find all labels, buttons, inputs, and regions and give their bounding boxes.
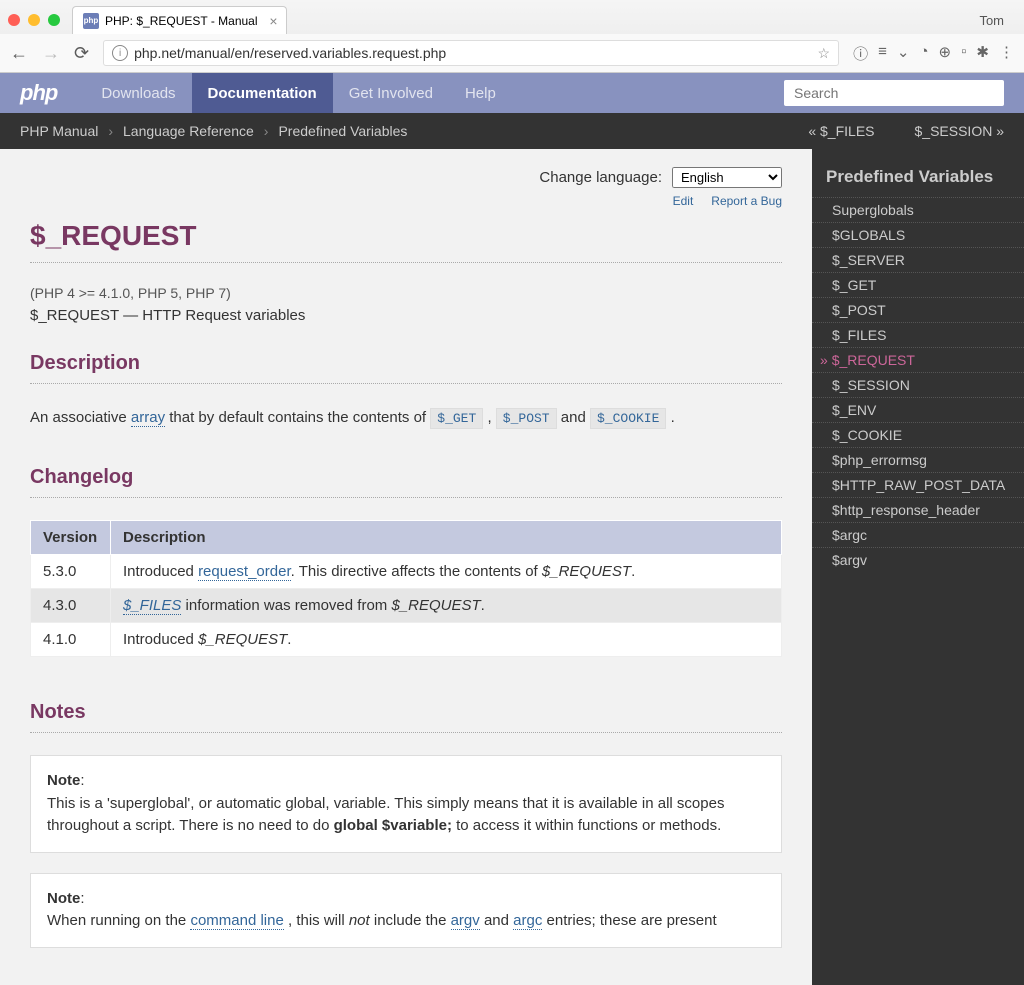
nav-get-involved[interactable]: Get Involved xyxy=(333,73,449,113)
nav-help[interactable]: Help xyxy=(449,73,512,113)
maximize-window-icon[interactable] xyxy=(48,14,60,26)
url-input[interactable]: i php.net/manual/en/reserved.variables.r… xyxy=(103,40,839,66)
back-icon[interactable]: ← xyxy=(10,43,28,64)
ext-icon[interactable]: ◔ xyxy=(919,43,928,64)
site-info-icon[interactable]: i xyxy=(112,45,128,61)
extension-icons: ⓘ ≡ ⌄ ◔ ⊕ ▫ ✱ ⋮ xyxy=(853,43,1014,64)
argv-link[interactable]: argv xyxy=(451,912,480,930)
sidebar-item[interactable]: $argv xyxy=(812,547,1024,572)
ext-icon[interactable]: ≡ xyxy=(878,43,887,64)
php-logo[interactable]: php xyxy=(20,80,57,106)
sidebar-item[interactable]: $_COOKIE xyxy=(812,422,1024,447)
tab-bar: php PHP: $_REQUEST - Manual × Tom xyxy=(0,0,1024,34)
nav-documentation[interactable]: Documentation xyxy=(192,73,333,113)
next-link[interactable]: $_SESSION » xyxy=(915,123,1005,139)
note-box: Note: When running on the command line ,… xyxy=(30,873,782,948)
sidebar-item[interactable]: $GLOBALS xyxy=(812,222,1024,247)
main-content: Change language: English Edit Report a B… xyxy=(0,149,812,985)
sidebar-title: Predefined Variables xyxy=(812,167,1024,197)
code-cookie[interactable]: $_COOKIE xyxy=(590,408,666,429)
menu-icon[interactable]: ⋮ xyxy=(999,43,1014,64)
changelog-table: Version Description 5.3.0 Introduced req… xyxy=(30,520,782,657)
sidebar-item[interactable]: $_ENV xyxy=(812,397,1024,422)
breadcrumb-item[interactable]: Language Reference xyxy=(123,123,254,139)
sidebar-item[interactable]: Superglobals xyxy=(812,197,1024,222)
sidebar-item[interactable]: $_REQUEST xyxy=(812,347,1024,372)
address-bar: ← → ⟳ i php.net/manual/en/reserved.varia… xyxy=(0,34,1024,72)
close-window-icon[interactable] xyxy=(8,14,20,26)
sidebar-item[interactable]: $_SERVER xyxy=(812,247,1024,272)
search-input[interactable] xyxy=(784,80,1004,106)
breadcrumb-item[interactable]: PHP Manual xyxy=(20,123,98,139)
section-description: Description xyxy=(30,352,782,375)
prev-link[interactable]: « $_FILES xyxy=(808,123,874,139)
note-box: Note: This is a 'superglobal', or automa… xyxy=(30,755,782,853)
argc-link[interactable]: argc xyxy=(513,912,542,930)
request-order-link[interactable]: request_order xyxy=(198,563,291,581)
ext-icon[interactable]: ▫ xyxy=(961,43,966,64)
array-link[interactable]: array xyxy=(131,409,165,427)
sidebar-item[interactable]: $php_errormsg xyxy=(812,447,1024,472)
version-info: (PHP 4 >= 4.1.0, PHP 5, PHP 7) xyxy=(30,285,782,301)
ext-icon[interactable]: ⊕ xyxy=(939,43,952,64)
ext-icon[interactable]: ⌄ xyxy=(897,43,910,64)
profile-name[interactable]: Tom xyxy=(979,13,1016,28)
main-nav: Downloads Documentation Get Involved Hel… xyxy=(85,73,511,113)
command-line-link[interactable]: command line xyxy=(190,912,283,930)
table-row: 4.1.0 Introduced $_REQUEST. xyxy=(31,623,782,657)
table-row: 4.3.0 $_FILES information was removed fr… xyxy=(31,589,782,623)
sidebar-item[interactable]: $_POST xyxy=(812,297,1024,322)
refname: $_REQUEST — HTTP Request variables xyxy=(30,307,782,324)
sidebar: Predefined Variables Superglobals$GLOBAL… xyxy=(812,149,1024,985)
reload-icon[interactable]: ⟳ xyxy=(74,43,89,64)
ext-icon[interactable]: ⓘ xyxy=(853,43,868,64)
section-changelog: Changelog xyxy=(30,466,782,489)
table-row: 5.3.0 Introduced request_order. This dir… xyxy=(31,555,782,589)
th-description: Description xyxy=(111,521,782,555)
breadcrumb: PHP Manual › Language Reference › Predef… xyxy=(0,113,1024,149)
search-box xyxy=(784,80,1004,106)
section-notes: Notes xyxy=(30,701,782,724)
chevron-right-icon: › xyxy=(108,123,113,139)
th-version: Version xyxy=(31,521,111,555)
code-get[interactable]: $_GET xyxy=(430,408,483,429)
sidebar-item[interactable]: $_GET xyxy=(812,272,1024,297)
sidebar-item[interactable]: $_FILES xyxy=(812,322,1024,347)
forward-icon[interactable]: → xyxy=(42,43,60,64)
edit-link[interactable]: Edit xyxy=(673,194,694,208)
description-text: An associative array that by default con… xyxy=(30,406,782,430)
chevron-right-icon: › xyxy=(264,123,269,139)
change-language-label: Change language: xyxy=(539,169,662,186)
report-bug-link[interactable]: Report a Bug xyxy=(711,194,782,208)
favicon-icon: php xyxy=(83,13,99,29)
bookmark-star-icon[interactable]: ☆ xyxy=(818,45,831,62)
tab-title: PHP: $_REQUEST - Manual xyxy=(105,14,258,28)
sidebar-item[interactable]: $HTTP_RAW_POST_DATA xyxy=(812,472,1024,497)
sidebar-item[interactable]: $argc xyxy=(812,522,1024,547)
ext-icon[interactable]: ✱ xyxy=(976,43,989,64)
minimize-window-icon[interactable] xyxy=(28,14,40,26)
window-controls xyxy=(8,14,60,26)
url-text: php.net/manual/en/reserved.variables.req… xyxy=(134,45,446,61)
site-header: php Downloads Documentation Get Involved… xyxy=(0,73,1024,113)
code-post[interactable]: $_POST xyxy=(496,408,557,429)
browser-chrome: php PHP: $_REQUEST - Manual × Tom ← → ⟳ … xyxy=(0,0,1024,73)
breadcrumb-item[interactable]: Predefined Variables xyxy=(278,123,407,139)
sidebar-item[interactable]: $http_response_header xyxy=(812,497,1024,522)
close-tab-icon[interactable]: × xyxy=(269,13,277,29)
sidebar-item[interactable]: $_SESSION xyxy=(812,372,1024,397)
files-link[interactable]: $_FILES xyxy=(123,597,181,615)
language-select[interactable]: English xyxy=(672,167,782,188)
page-title: $_REQUEST xyxy=(30,220,782,252)
browser-tab[interactable]: php PHP: $_REQUEST - Manual × xyxy=(72,6,287,34)
nav-downloads[interactable]: Downloads xyxy=(85,73,191,113)
